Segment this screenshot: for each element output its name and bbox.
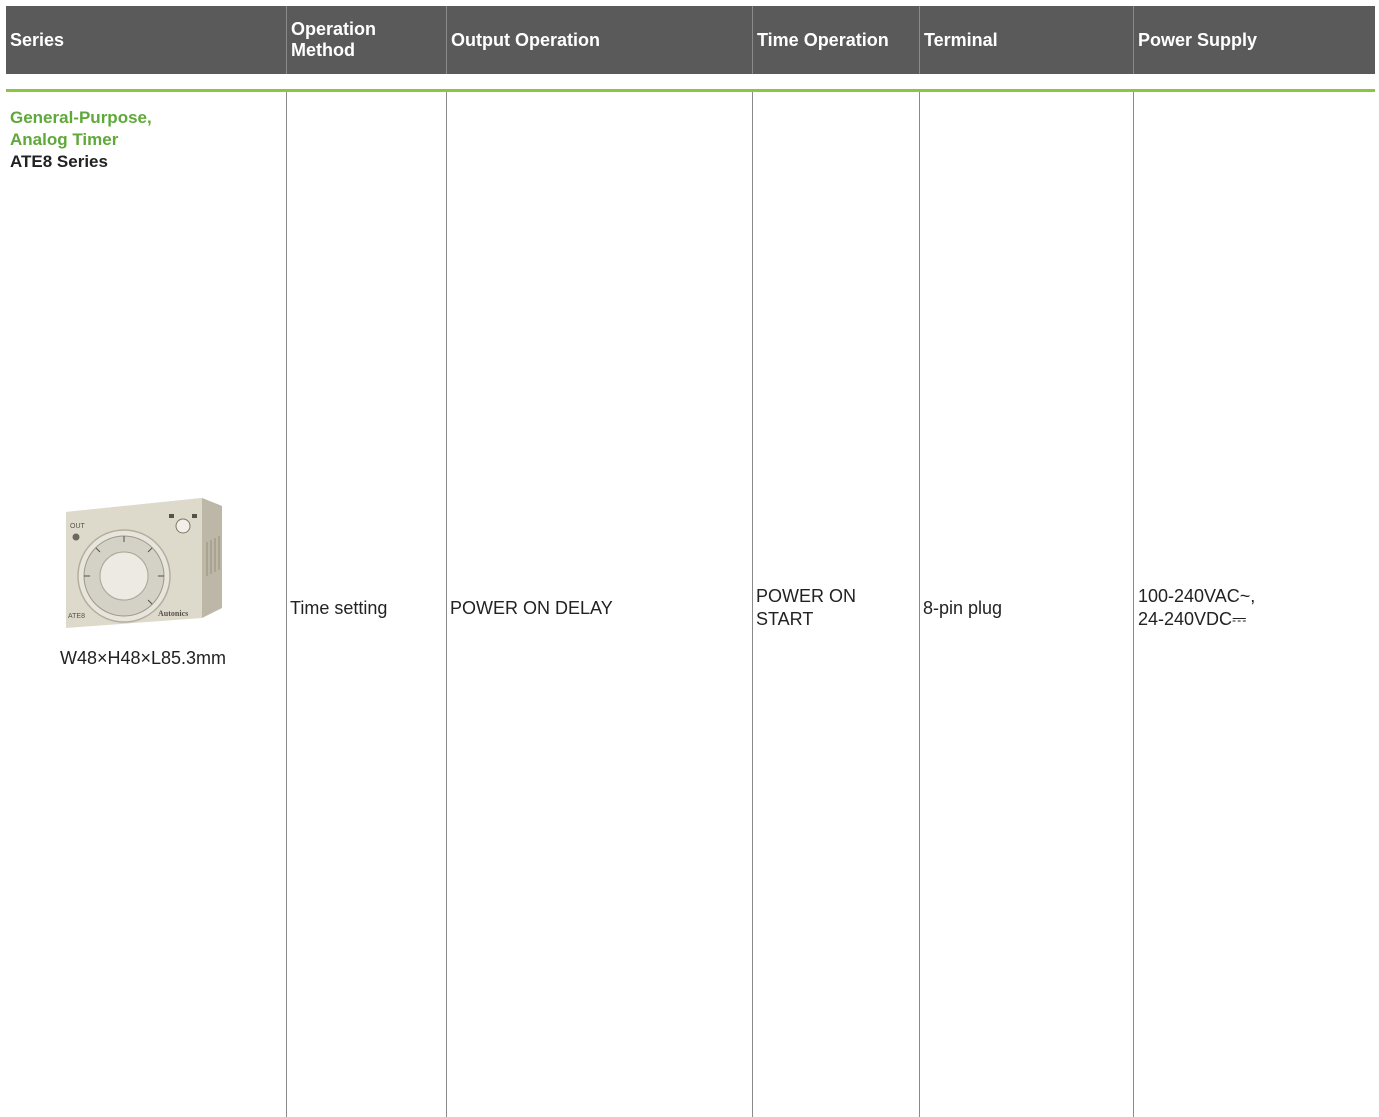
series-name: ATE8 Series [10,152,108,171]
timer-device-icon: OUT ATE8 Autonics [66,498,222,628]
time-operation-line1: POWER ON [756,586,857,606]
header-terminal: Terminal [919,6,1133,74]
series-title: General-Purpose, Analog Timer ATE8 Serie… [10,107,270,173]
series-category-line1: General-Purpose, [10,108,152,127]
header-output-operation: Output Operation [446,6,752,74]
column-divider [1133,92,1134,1117]
time-operation-cell: POWER ON START [756,585,856,631]
header-divider [6,89,1375,92]
out-label: OUT [70,523,86,530]
header-series: Series [6,6,286,74]
header-power-supply-label: Power Supply [1138,29,1258,50]
table-header: Series Operation Method Output Operation… [6,6,1375,74]
brand-label: Autonics [158,609,188,618]
header-operation-method: Operation Method [286,6,446,74]
series-category-line2: Analog Timer [10,130,119,149]
column-divider [752,92,753,1117]
product-dimensions: W48×H48×L85.3mm [59,648,227,668]
header-output-operation-label: Output Operation [451,29,600,50]
model-label: ATE8 [68,613,85,620]
column-divider [919,92,920,1117]
header-series-label: Series [10,29,65,50]
header-operation-method-label: Operation Method [291,19,377,60]
terminal-cell: 8-pin plug [923,598,1003,618]
power-supply-cell: 100-240VAC~, 24-240VDC⎓ [1138,585,1255,631]
time-operation-line2: START [756,609,814,629]
header-power-supply: Power Supply [1133,6,1375,74]
operation-method-cell: Time setting [290,598,388,618]
power-supply-line1: 100-240VAC~, [1138,586,1256,606]
header-time-operation-label: Time Operation [757,29,889,50]
column-divider [286,92,287,1117]
power-supply-line2: 24-240VDC⎓ [1138,609,1247,629]
column-divider [446,92,447,1117]
output-operation-cell: POWER ON DELAY [450,598,613,618]
header-terminal-label: Terminal [924,29,998,50]
header-time-operation: Time Operation [752,6,919,74]
product-image: OUT ATE8 Autonics [60,490,230,640]
